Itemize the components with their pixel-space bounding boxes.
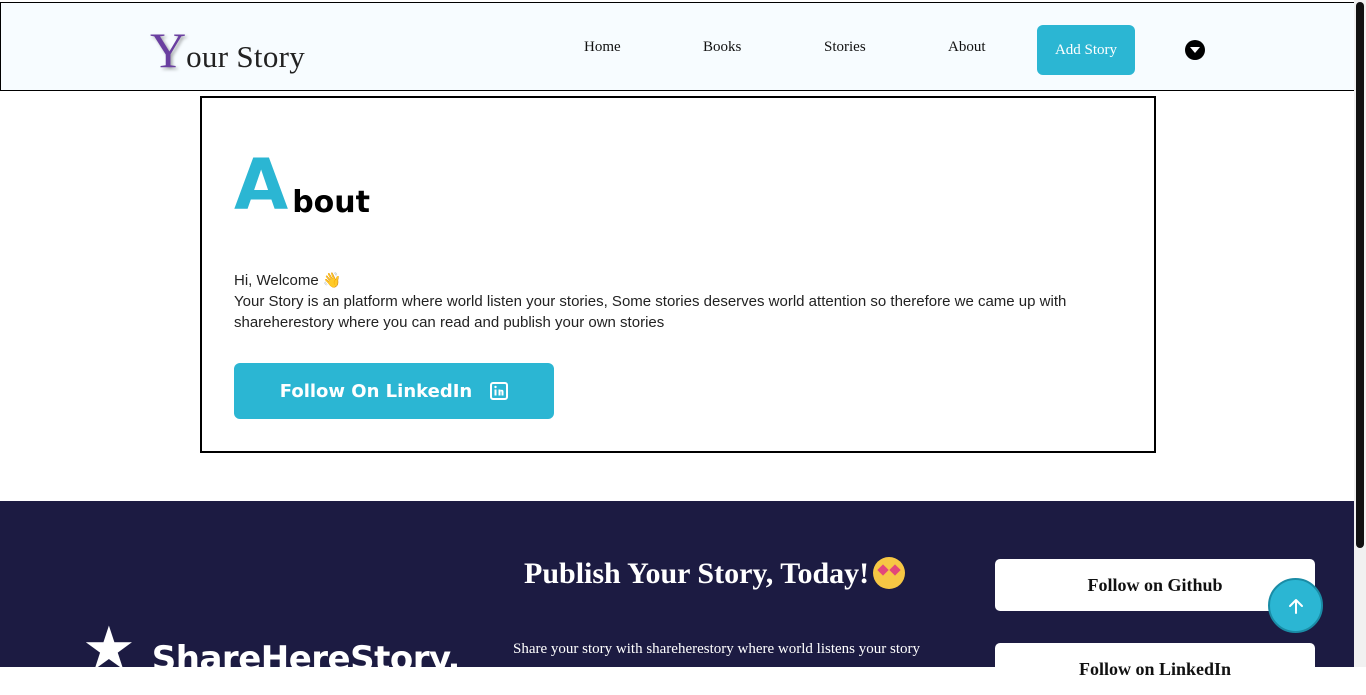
star-icon: ★: [82, 615, 136, 682]
follow-linkedin-button[interactable]: Follow On LinkedIn: [234, 363, 554, 419]
star-struck-emoji-icon: [873, 557, 906, 590]
site-header: Your Story Home Books Stories About Add …: [0, 2, 1356, 91]
caret-down-icon: [1190, 47, 1200, 53]
nav-about[interactable]: About: [948, 39, 986, 56]
footer-title: Publish Your Story, Today!: [524, 557, 906, 592]
follow-linkedin-label: Follow On LinkedIn: [279, 380, 473, 402]
footer-subtitle: Share your story with shareherestory whe…: [513, 641, 920, 657]
scrollbar-thumb[interactable]: [1356, 2, 1364, 548]
follow-github-button[interactable]: Follow on Github: [995, 559, 1315, 611]
follow-linkedin-footer-button[interactable]: Follow on LinkedIn: [995, 643, 1315, 695]
nav-home[interactable]: Home: [584, 39, 621, 56]
footer-title-text: Publish Your Story, Today!: [524, 557, 870, 590]
scroll-to-top-button[interactable]: [1268, 578, 1323, 633]
site-footer: ★ ShareHereStory. Publish Your Story, To…: [0, 501, 1354, 695]
welcome-text: Hi, Welcome 👋: [234, 272, 342, 289]
about-heading: About: [234, 150, 370, 220]
footer-brand: ★ ShareHereStory.: [82, 615, 461, 682]
logo-text: our Story: [186, 39, 306, 74]
about-card: About Hi, Welcome 👋 Your Story is an pla…: [200, 96, 1156, 453]
account-dropdown[interactable]: [1185, 40, 1205, 60]
about-heading-initial: A: [234, 144, 289, 226]
nav-books[interactable]: Books: [703, 39, 741, 56]
brand-name: ShareHereStory.: [151, 639, 461, 679]
arrow-up-icon: [1288, 598, 1303, 614]
nav-stories[interactable]: Stories: [824, 39, 866, 56]
add-story-button[interactable]: Add Story: [1037, 25, 1135, 75]
linkedin-icon: [490, 382, 509, 400]
about-heading-text: bout: [292, 185, 370, 220]
page-scrollbar[interactable]: [1354, 0, 1366, 667]
logo-initial: Y: [150, 22, 187, 78]
about-description: Your Story is an platform where world li…: [234, 293, 1067, 331]
logo[interactable]: Your Story: [150, 21, 305, 79]
